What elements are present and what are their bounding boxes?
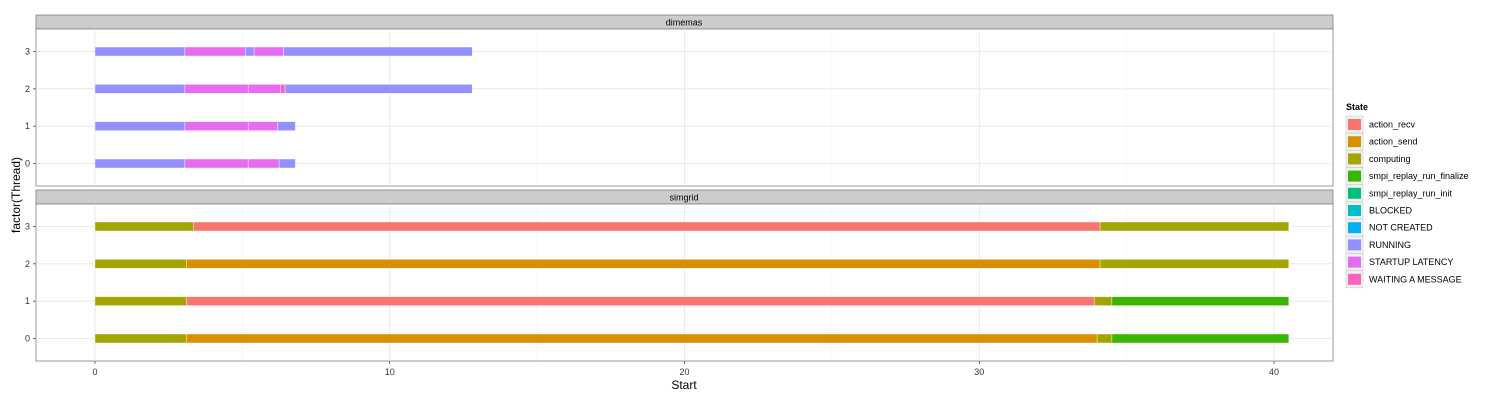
legend-swatch — [1348, 119, 1361, 130]
legend-swatch — [1348, 239, 1361, 251]
legend-swatch — [1348, 153, 1361, 165]
segment-simgrid-thread-1 — [186, 296, 1095, 306]
segment-simgrid-thread-1 — [1111, 296, 1290, 306]
segment-simgrid-thread-2 — [1099, 259, 1290, 269]
segment-simgrid-thread-1 — [94, 296, 187, 306]
legend-item: RUNNING — [1345, 236, 1411, 254]
legend-item: action_send — [1345, 132, 1418, 151]
segment-dimemas-thread-3 — [253, 46, 284, 57]
panel-simgrid: simgrid — [35, 189, 1334, 362]
legend-item: WAITING A MESSAGE — [1345, 270, 1462, 289]
legend-item: smpi_replay_run_finalize — [1345, 167, 1469, 185]
segment-dimemas-thread-2 — [284, 84, 473, 94]
legend-swatch — [1348, 205, 1361, 216]
segment-dimemas-thread-3 — [184, 46, 246, 57]
legend-swatch — [1348, 136, 1361, 148]
legend-item: NOT CREATED — [1345, 218, 1433, 237]
strip-label-simgrid: simgrid — [669, 193, 698, 203]
segment-dimemas-thread-0 — [247, 158, 280, 169]
chart-svg: dimemas simgrid 01230123 0 10 20 30 40 Start… — [9, 14, 1469, 392]
legend-label: STARTUP LATENCY — [1369, 257, 1453, 267]
legend-label: action_send — [1369, 137, 1418, 147]
y-tick-label: 3 — [25, 47, 30, 57]
segment-dimemas-thread-2 — [247, 84, 281, 94]
y-axis-ticks: 0 1 2 3 0 1 2 3 — [25, 47, 36, 344]
y-tick-label: 1 — [25, 121, 30, 131]
x-tick-label: 0 — [92, 367, 97, 377]
x-tick-label: 40 — [1269, 367, 1279, 377]
legend-title: State — [1346, 102, 1368, 112]
legend-item: STARTUP LATENCY — [1345, 253, 1453, 271]
legend-item: action_recv — [1345, 115, 1416, 134]
legend-label: BLOCKED — [1369, 206, 1413, 216]
y-axis-label: factor(Thread) — [9, 157, 23, 233]
legend-label: RUNNING — [1369, 240, 1411, 250]
y-tick-label: 0 — [25, 159, 30, 169]
legend-swatch — [1348, 256, 1361, 268]
segment-dimemas-thread-1 — [277, 121, 296, 131]
segment-dimemas-thread-2 — [184, 84, 249, 94]
x-tick-label: 30 — [974, 367, 984, 377]
legend-label: smpi_replay_run_finalize — [1369, 171, 1469, 181]
segment-simgrid-thread-3 — [94, 221, 195, 232]
segment-dimemas-thread-2 — [280, 84, 286, 94]
segment-dimemas-thread-3 — [244, 46, 255, 57]
segment-simgrid-thread-0 — [186, 333, 1098, 344]
legend-swatch — [1348, 170, 1361, 182]
segment-dimemas-thread-3 — [283, 46, 473, 57]
panel-dimemas: dimemas — [35, 14, 1334, 187]
segment-simgrid-thread-2 — [186, 259, 1101, 269]
y-tick-label: 3 — [25, 222, 30, 232]
segment-simgrid-thread-0 — [1096, 333, 1113, 344]
legend-label: computing — [1369, 154, 1411, 164]
legend: State action_recv action_send computing smp… — [1345, 102, 1469, 289]
legend-items: action_recv action_send computing smpi_repl… — [1345, 115, 1469, 289]
legend-swatch — [1348, 273, 1361, 285]
legend-label: WAITING A MESSAGE — [1369, 274, 1462, 284]
segment-dimemas-thread-0 — [278, 158, 296, 169]
legend-label: smpi_replay_run_init — [1369, 188, 1453, 198]
segment-dimemas-thread-1 — [247, 121, 279, 131]
segment-simgrid-thread-2 — [94, 259, 187, 269]
legend-label: action_recv — [1369, 120, 1416, 130]
legend-swatch — [1348, 187, 1361, 199]
segment-simgrid-thread-1 — [1093, 296, 1113, 306]
segment-simgrid-thread-0 — [94, 333, 187, 344]
legend-item: smpi_replay_run_init — [1345, 184, 1453, 203]
x-axis-ticks: 0 10 20 30 40 — [92, 361, 1279, 377]
segment-simgrid-thread-3 — [1099, 221, 1290, 232]
segment-dimemas-thread-1 — [94, 121, 186, 131]
x-axis-label: Start — [671, 378, 697, 392]
y-tick-label: 2 — [25, 259, 30, 269]
y-tick-label: 2 — [25, 84, 30, 94]
legend-item: BLOCKED — [1345, 201, 1413, 220]
segment-dimemas-thread-2 — [94, 84, 186, 94]
segment-simgrid-thread-3 — [193, 221, 1101, 232]
legend-item: computing — [1345, 150, 1411, 168]
x-tick-label: 20 — [679, 367, 689, 377]
segment-dimemas-thread-1 — [184, 121, 249, 131]
strip-label-dimemas: dimemas — [666, 18, 703, 28]
y-tick-label: 0 — [25, 334, 30, 344]
legend-label: NOT CREATED — [1369, 223, 1433, 233]
gantt-chart: dimemas simgrid 01230123 0 10 20 30 40 Start… — [0, 0, 1500, 400]
segment-simgrid-thread-0 — [1111, 333, 1290, 344]
segment-dimemas-thread-0 — [94, 158, 186, 169]
segment-dimemas-thread-3 — [94, 46, 186, 57]
x-tick-label: 10 — [385, 367, 395, 377]
segment-dimemas-thread-0 — [184, 158, 249, 169]
legend-swatch — [1348, 222, 1361, 234]
y-tick-label: 1 — [25, 296, 30, 306]
